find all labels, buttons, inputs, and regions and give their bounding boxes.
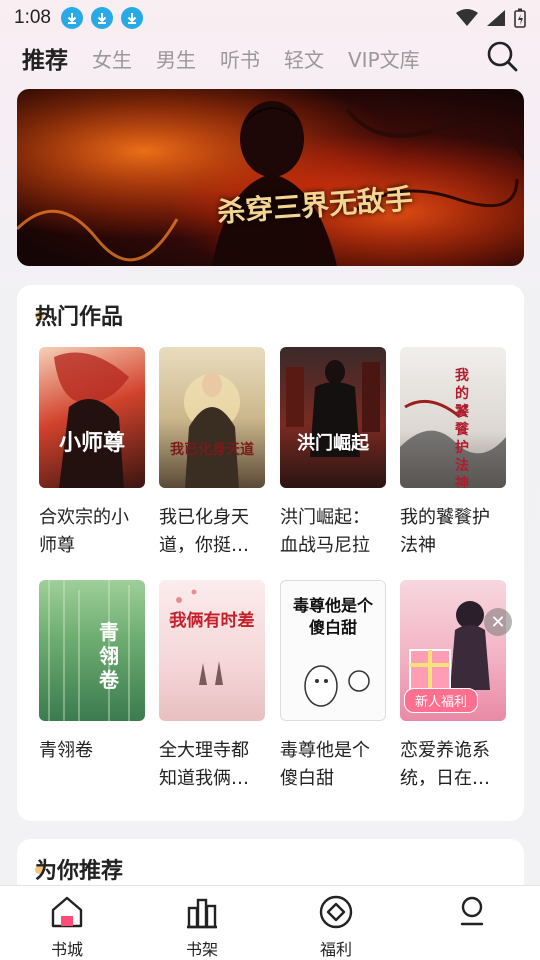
bookshelf-icon	[187, 898, 217, 929]
download-icon	[90, 7, 113, 29]
book-item[interactable]: 我的饕餮护法神 我的饕餮护法神	[400, 347, 506, 560]
download-notifications	[60, 7, 143, 29]
section-title: 热门作品	[35, 305, 124, 330]
tab-recommend[interactable]: 推荐	[22, 41, 68, 75]
category-tabs: 推荐 女生 男生 听书 轻文 VIP文库	[0, 36, 540, 80]
book-title: 合欢宗的小师尊	[39, 507, 129, 556]
book-cover: 小师尊	[39, 347, 145, 488]
cover-title: 我的饕餮护法神	[455, 368, 469, 488]
book-cover: 新人福利	[400, 580, 506, 721]
cover-title: 青翎卷	[99, 620, 119, 692]
bottom-nav-label: 书架	[185, 940, 218, 959]
cover-title: 毒尊他是个傻白甜	[292, 596, 373, 637]
bottom-nav-bookstore[interactable]: 书城	[37, 894, 97, 960]
cover-title: 我俩有时差	[169, 611, 255, 631]
book-title: 毒尊他是个傻白甜	[280, 740, 370, 789]
home-icon	[51, 896, 83, 928]
tab-audiobook[interactable]: 听书	[220, 44, 260, 73]
cover-title: 洪门崛起	[297, 433, 369, 454]
download-icon	[120, 7, 143, 29]
status-icons	[456, 8, 526, 28]
book-item[interactable]: 青翎卷 青翎卷	[39, 580, 145, 765]
new-user-bonus-badge[interactable]: 新人福利	[404, 688, 479, 713]
search-icon[interactable]	[486, 40, 518, 72]
profile-icon	[460, 896, 484, 926]
close-icon[interactable]: ✕	[484, 608, 512, 636]
book-cover: 洪门崛起	[280, 347, 386, 488]
cover-title: 小师尊	[58, 430, 125, 456]
download-icon	[60, 7, 83, 29]
bottom-nav-bookshelf[interactable]: 书架	[172, 894, 232, 960]
banner-artwork	[17, 89, 524, 266]
book-title: 洪门崛起：血战马尼拉	[280, 507, 370, 556]
tab-vip-library[interactable]: VIP文库	[348, 44, 420, 73]
hot-works-section: 热门作品 小师尊 合欢宗的小师尊 我已化身天道 我已化身天道，你挺孕肚退婚？ 洪…	[17, 285, 524, 821]
book-cover: 我已化身天道	[159, 347, 265, 488]
bottom-nav-profile[interactable]	[442, 894, 502, 936]
book-title: 青翎卷	[39, 740, 93, 761]
book-cover: 我俩有时差	[159, 580, 265, 721]
book-cover: 我的饕餮护法神	[400, 347, 506, 488]
book-title: 恋爱养诡系统，日在…	[400, 740, 490, 789]
bottom-nav: 书城 书架 福利	[0, 885, 540, 960]
book-cover: 青翎卷	[39, 580, 145, 721]
book-item[interactable]: 小师尊 合欢宗的小师尊	[39, 347, 145, 560]
book-cover: 毒尊他是个傻白甜	[280, 580, 386, 721]
tab-female[interactable]: 女生	[92, 44, 132, 73]
status-time: 1:08	[14, 7, 51, 28]
section-title: 为你推荐	[35, 859, 124, 884]
tab-light-novel[interactable]: 轻文	[284, 44, 324, 73]
bottom-nav-label: 福利	[319, 940, 352, 959]
book-item[interactable]: 毒尊他是个傻白甜 毒尊他是个傻白甜	[280, 580, 386, 793]
book-title: 全大理寺都知道我俩有时差	[159, 740, 249, 789]
book-title: 我已化身天道，你挺孕肚退婚？	[159, 507, 249, 556]
status-bar: 1:08	[0, 0, 540, 36]
welfare-icon	[319, 895, 353, 929]
bottom-nav-welfare[interactable]: 福利	[306, 894, 366, 960]
signal-icon	[487, 10, 505, 26]
cover-title: 我已化身天道	[170, 442, 254, 458]
book-title: 我的饕餮护法神	[400, 507, 490, 556]
book-item[interactable]: 洪门崛起 洪门崛起：血战马尼拉	[280, 347, 386, 560]
book-item[interactable]: 我已化身天道 我已化身天道，你挺孕肚退婚？	[159, 347, 265, 560]
battery-icon	[514, 8, 526, 28]
tab-male[interactable]: 男生	[156, 44, 196, 73]
book-item[interactable]: 我俩有时差 全大理寺都知道我俩有时差	[159, 580, 265, 793]
promo-banner[interactable]: 杀穿三界无敌手	[17, 89, 524, 266]
bottom-nav-label: 书城	[50, 940, 83, 959]
wifi-icon	[456, 9, 478, 26]
